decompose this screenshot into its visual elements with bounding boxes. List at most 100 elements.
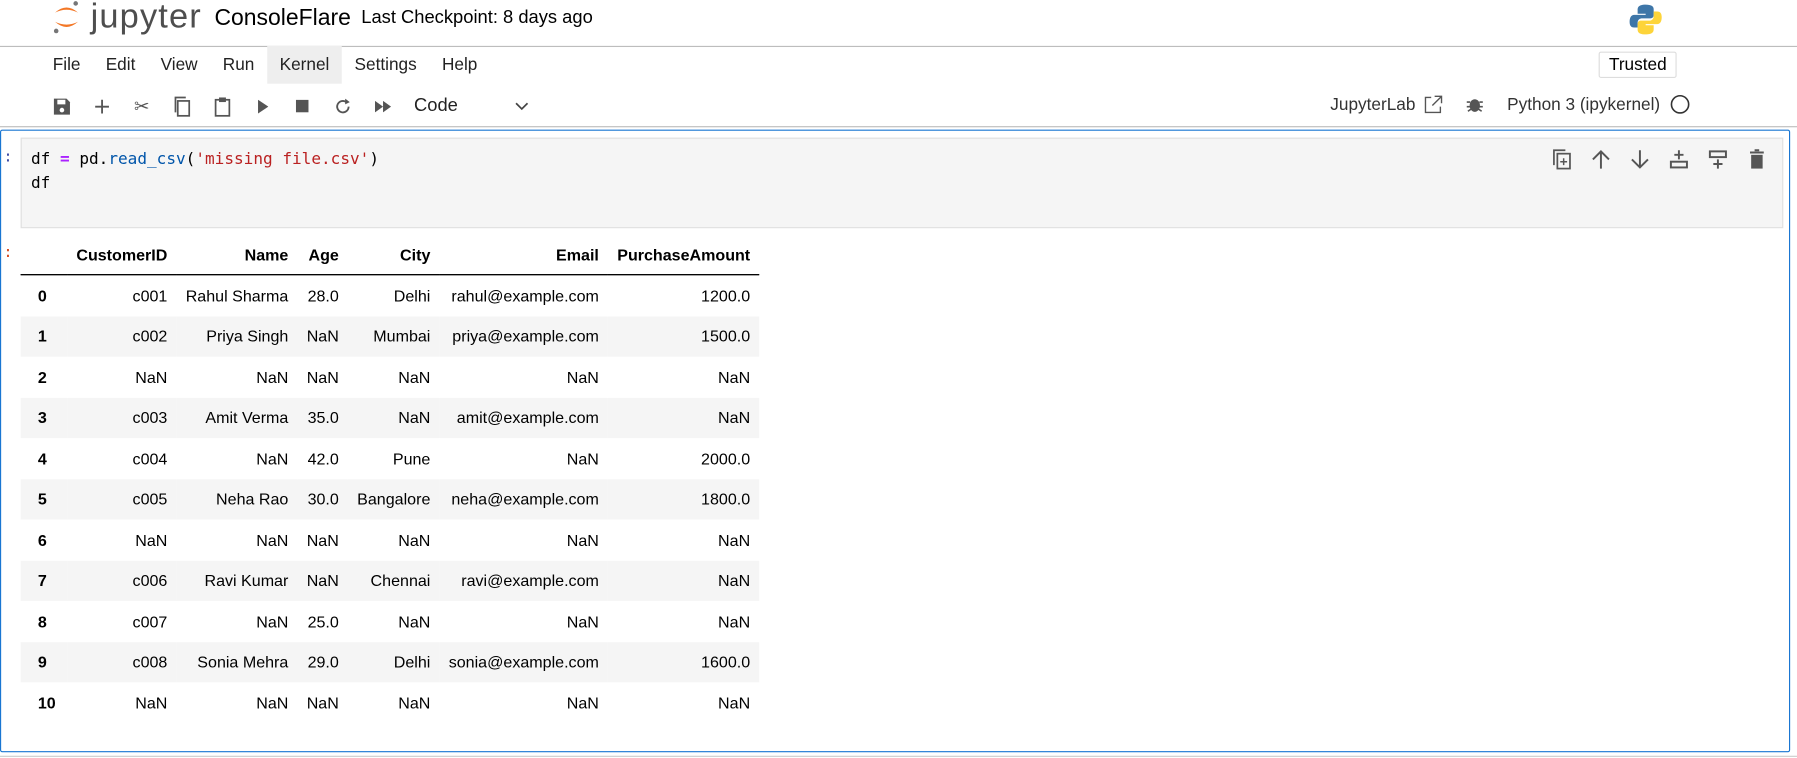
row-index: 0 bbox=[37, 286, 47, 305]
menu-file[interactable]: File bbox=[40, 46, 93, 84]
table-cell: Mumbai bbox=[373, 327, 431, 346]
table-cell: 42.0 bbox=[307, 449, 339, 468]
table-cell: NaN bbox=[256, 367, 289, 387]
toolbar: ✂ Code bbox=[41, 91, 529, 122]
menu-bar: File Edit View Run Kernel Settings Help bbox=[40, 45, 490, 84]
external-link-icon[interactable] bbox=[1425, 95, 1443, 114]
table-cell: NaN bbox=[398, 612, 431, 631]
table-row: 3 c003 Amit Verma 35.0 NaN amit@example.com Na… bbox=[20, 397, 760, 439]
table-cell: NaN bbox=[135, 693, 168, 712]
table-cell: NaN bbox=[398, 530, 431, 550]
delete-cell-icon[interactable] bbox=[1745, 148, 1768, 171]
table-cell: NaN bbox=[566, 449, 599, 468]
code-token: df bbox=[30, 174, 51, 193]
code-token: 'missing file.csv' bbox=[195, 150, 370, 169]
header: jupyter ConsoleFlare Last Checkpoint: 8 … bbox=[0, 0, 1797, 48]
table-cell: NaN bbox=[718, 530, 751, 550]
debugger-bug-icon[interactable] bbox=[1466, 95, 1484, 113]
logo-text: jupyter bbox=[90, 0, 202, 36]
notebook-title[interactable]: ConsoleFlare bbox=[214, 6, 350, 32]
kernel-name[interactable]: Python 3 (ipykernel) bbox=[1507, 95, 1660, 114]
jupyterlab-link[interactable]: JupyterLab bbox=[1330, 95, 1415, 114]
table-cell: c006 bbox=[132, 571, 168, 590]
table-cell: 28.0 bbox=[307, 286, 339, 305]
table-row: 9 c008 Sonia Mehra 29.0 Delhi sonia@example.c… bbox=[20, 641, 760, 683]
menu-settings[interactable]: Settings bbox=[342, 46, 429, 84]
table-cell: neha@example.com bbox=[451, 489, 599, 509]
table-cell: NaN bbox=[306, 571, 339, 590]
row-index: 1 bbox=[37, 327, 47, 346]
code-token: pd. bbox=[79, 150, 109, 169]
insert-above-icon[interactable] bbox=[1667, 148, 1690, 171]
paste-icon[interactable] bbox=[202, 91, 242, 122]
move-up-icon[interactable] bbox=[1589, 148, 1612, 171]
row-index: 10 bbox=[37, 693, 56, 712]
table-cell: 1600.0 bbox=[701, 652, 751, 672]
cell-type-select[interactable]: Code bbox=[414, 96, 529, 117]
table-cell: 2000.0 bbox=[701, 449, 751, 468]
table-cell: Amit Verma bbox=[205, 408, 289, 427]
table-cell: 1800.0 bbox=[701, 489, 751, 509]
code-content: df = pd.read_csv('missing file.csv') df bbox=[31, 148, 379, 196]
code-token: df bbox=[30, 150, 51, 169]
menu-view[interactable]: View bbox=[148, 46, 210, 84]
table-cell: NaN bbox=[256, 449, 289, 468]
row-index: 4 bbox=[37, 449, 47, 468]
insert-below-icon[interactable] bbox=[1706, 148, 1729, 171]
table-cell: NaN bbox=[718, 571, 751, 590]
column-header: Email bbox=[439, 235, 609, 276]
table-cell: NaN bbox=[306, 327, 339, 346]
duplicate-cell-icon[interactable] bbox=[1550, 148, 1573, 171]
table-cell: 35.0 bbox=[307, 408, 339, 427]
column-header: Name bbox=[176, 235, 298, 276]
table-row: 10 NaN NaN NaN NaN NaN NaN bbox=[21, 682, 760, 723]
trusted-badge[interactable]: Trusted bbox=[1598, 51, 1677, 78]
table-cell: Delhi bbox=[393, 652, 431, 672]
code-token: ( bbox=[185, 150, 196, 169]
output-prompt: : bbox=[3, 244, 13, 262]
column-header: PurchaseAmount bbox=[608, 235, 760, 276]
fast-forward-icon[interactable] bbox=[362, 91, 402, 122]
row-index: 9 bbox=[37, 652, 47, 672]
column-header: CustomerID bbox=[67, 235, 177, 276]
add-cell-icon[interactable] bbox=[81, 91, 121, 122]
table-cell: c007 bbox=[132, 612, 168, 631]
table-cell: NaN bbox=[398, 693, 431, 712]
table-cell: ravi@example.com bbox=[461, 571, 599, 590]
table-cell: NaN bbox=[718, 612, 751, 631]
table-cell: c008 bbox=[132, 652, 168, 672]
move-down-icon[interactable] bbox=[1628, 148, 1651, 171]
code-token: ) bbox=[369, 150, 380, 169]
restart-icon[interactable] bbox=[322, 91, 362, 122]
menu-edit[interactable]: Edit bbox=[93, 46, 148, 84]
chevron-down-icon bbox=[515, 102, 529, 110]
table-row: 1 c002 Priya Singh NaN Mumbai priya@example.c… bbox=[20, 315, 760, 357]
table-cell: NaN bbox=[566, 530, 599, 550]
jupyter-logo[interactable]: jupyter bbox=[52, 0, 202, 34]
last-checkpoint: Last Checkpoint: 8 days ago bbox=[361, 8, 593, 28]
python-logo-icon bbox=[1629, 4, 1662, 35]
cell-type-value: Code bbox=[413, 95, 458, 116]
save-icon[interactable] bbox=[41, 91, 81, 122]
run-icon[interactable] bbox=[242, 91, 282, 122]
row-index: 6 bbox=[37, 530, 47, 550]
row-index: 5 bbox=[37, 489, 47, 509]
stop-icon[interactable] bbox=[282, 91, 322, 122]
code-editor[interactable]: df = pd.read_csv('missing file.csv') df bbox=[20, 137, 1784, 229]
kernel-status-idle-icon bbox=[1670, 94, 1690, 114]
menu-kernel[interactable]: Kernel bbox=[266, 45, 342, 84]
menu-run[interactable]: Run bbox=[210, 46, 267, 84]
table-cell: NaN bbox=[256, 612, 289, 631]
cut-icon[interactable]: ✂ bbox=[122, 91, 162, 122]
table-cell: NaN bbox=[306, 367, 339, 387]
table-cell: Chennai bbox=[370, 571, 431, 590]
copy-icon[interactable] bbox=[162, 91, 202, 122]
table-cell: 1200.0 bbox=[701, 286, 751, 305]
table-cell: 25.0 bbox=[307, 612, 339, 631]
table-cell: Bangalore bbox=[357, 489, 431, 509]
table-cell: c002 bbox=[132, 327, 168, 346]
column-header: Age bbox=[297, 235, 349, 276]
table-cell: c004 bbox=[132, 449, 168, 468]
menu-help[interactable]: Help bbox=[429, 46, 490, 84]
table-cell: NaN bbox=[135, 367, 168, 387]
